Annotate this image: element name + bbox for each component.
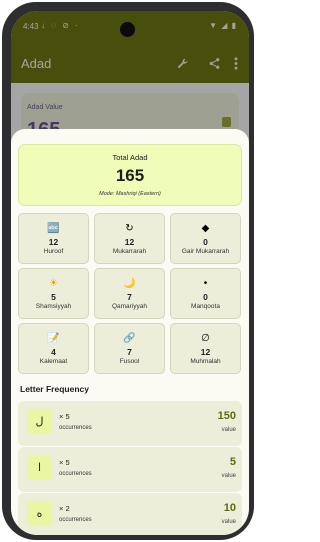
stat-fusool: 🔗 7 Fusool [94, 323, 165, 374]
stat-label: Fusool [119, 358, 140, 365]
stat-value: 0 [203, 237, 208, 247]
stat-value: 4 [51, 347, 56, 357]
phone-frame: 4:43 ↓ ◌ ⊘ · ▼ ◢ ▮ Adad Adad Value 165 [2, 2, 254, 540]
frequency-row: ه × 2 occurrences 10 value [18, 493, 242, 535]
stat-kalemaat: 📝 4 Kalemaat [18, 323, 89, 374]
stat-label: Muhmalah [190, 358, 221, 365]
stat-label: Kalemaat [39, 358, 68, 365]
diamond-icon: ◆ [201, 222, 210, 234]
stat-manqoota: • 0 Manqoota [170, 268, 241, 319]
letter-badge: ل [27, 409, 52, 434]
repeat-icon: ↻ [125, 222, 134, 234]
calculation-mode: Mode: Mashriqi (Eastern) [99, 191, 161, 197]
letter-count: × 2 [59, 504, 70, 513]
stat-label: Huroof [43, 248, 64, 255]
stat-huroof: 🔤 12 Huroof [18, 213, 89, 264]
stat-label: Mukarrarah [112, 248, 147, 255]
stat-value: 12 [48, 237, 59, 247]
screen: 4:43 ↓ ◌ ⊘ · ▼ ◢ ▮ Adad Adad Value 165 [11, 11, 249, 535]
stat-value: 7 [127, 292, 132, 302]
frequency-row: ل × 5 occurrences 150 value [18, 401, 242, 446]
letter-badge: ا [27, 455, 52, 480]
abc-icon: 🔤 [47, 222, 60, 234]
letter-count: × 5 [59, 458, 70, 467]
stat-mukarrarah: ↻ 12 Mukarrarah [94, 213, 165, 264]
stat-value: 5 [51, 292, 56, 302]
letter-count: × 5 [59, 412, 70, 421]
total-value: 165 [115, 166, 145, 185]
stat-shamsiyyah: ☀ 5 Shamsiyyah [18, 268, 89, 319]
details-bottom-sheet: Total Adad 165 Mode: Mashriqi (Eastern) … [11, 129, 249, 535]
stat-value: 7 [127, 347, 132, 357]
stat-qamariyyah: 🌙 7 Qamariyyah [94, 268, 165, 319]
link-icon: 🔗 [123, 332, 136, 344]
occurrences-label: occurrences [59, 517, 92, 523]
letter-value: 5 [229, 456, 236, 468]
stat-value: 0 [203, 292, 208, 302]
value-label: value [221, 427, 236, 433]
letter-value: 10 [223, 502, 236, 514]
stat-label: Gair Mukarrarah [181, 248, 230, 255]
stats-grid: 🔤 12 Huroof ↻ 12 Mukarrarah ◆ 0 Gair Muk… [18, 213, 242, 375]
stat-gair-mukarrarah: ◆ 0 Gair Mukarrarah [170, 213, 241, 264]
letter-value: 150 [217, 410, 236, 422]
empty-set-icon: ∅ [201, 332, 210, 344]
total-adad-card: Total Adad 165 Mode: Mashriqi (Eastern) [18, 144, 242, 206]
occurrences-label: occurrences [59, 471, 92, 477]
letter-frequency-title: Letter Frequency [20, 384, 89, 394]
letter-badge: ه [27, 501, 52, 526]
stat-label: Qamariyyah [111, 303, 148, 310]
memo-icon: 📝 [47, 332, 60, 344]
stat-label: Manqoota [191, 303, 220, 310]
value-label: value [221, 473, 236, 479]
stat-value: 12 [200, 347, 211, 357]
occurrences-label: occurrences [59, 425, 92, 431]
value-label: value [221, 519, 236, 525]
stat-muhmalah: ∅ 12 Muhmalah [170, 323, 241, 374]
total-label: Total Adad [112, 153, 148, 162]
dot-icon: • [203, 277, 208, 289]
sun-icon: ☀ [49, 277, 58, 289]
stat-value: 12 [124, 237, 135, 247]
moon-icon: 🌙 [123, 277, 136, 289]
stat-label: Shamsiyyah [35, 303, 72, 310]
frequency-row: ا × 5 occurrences 5 value [18, 447, 242, 492]
